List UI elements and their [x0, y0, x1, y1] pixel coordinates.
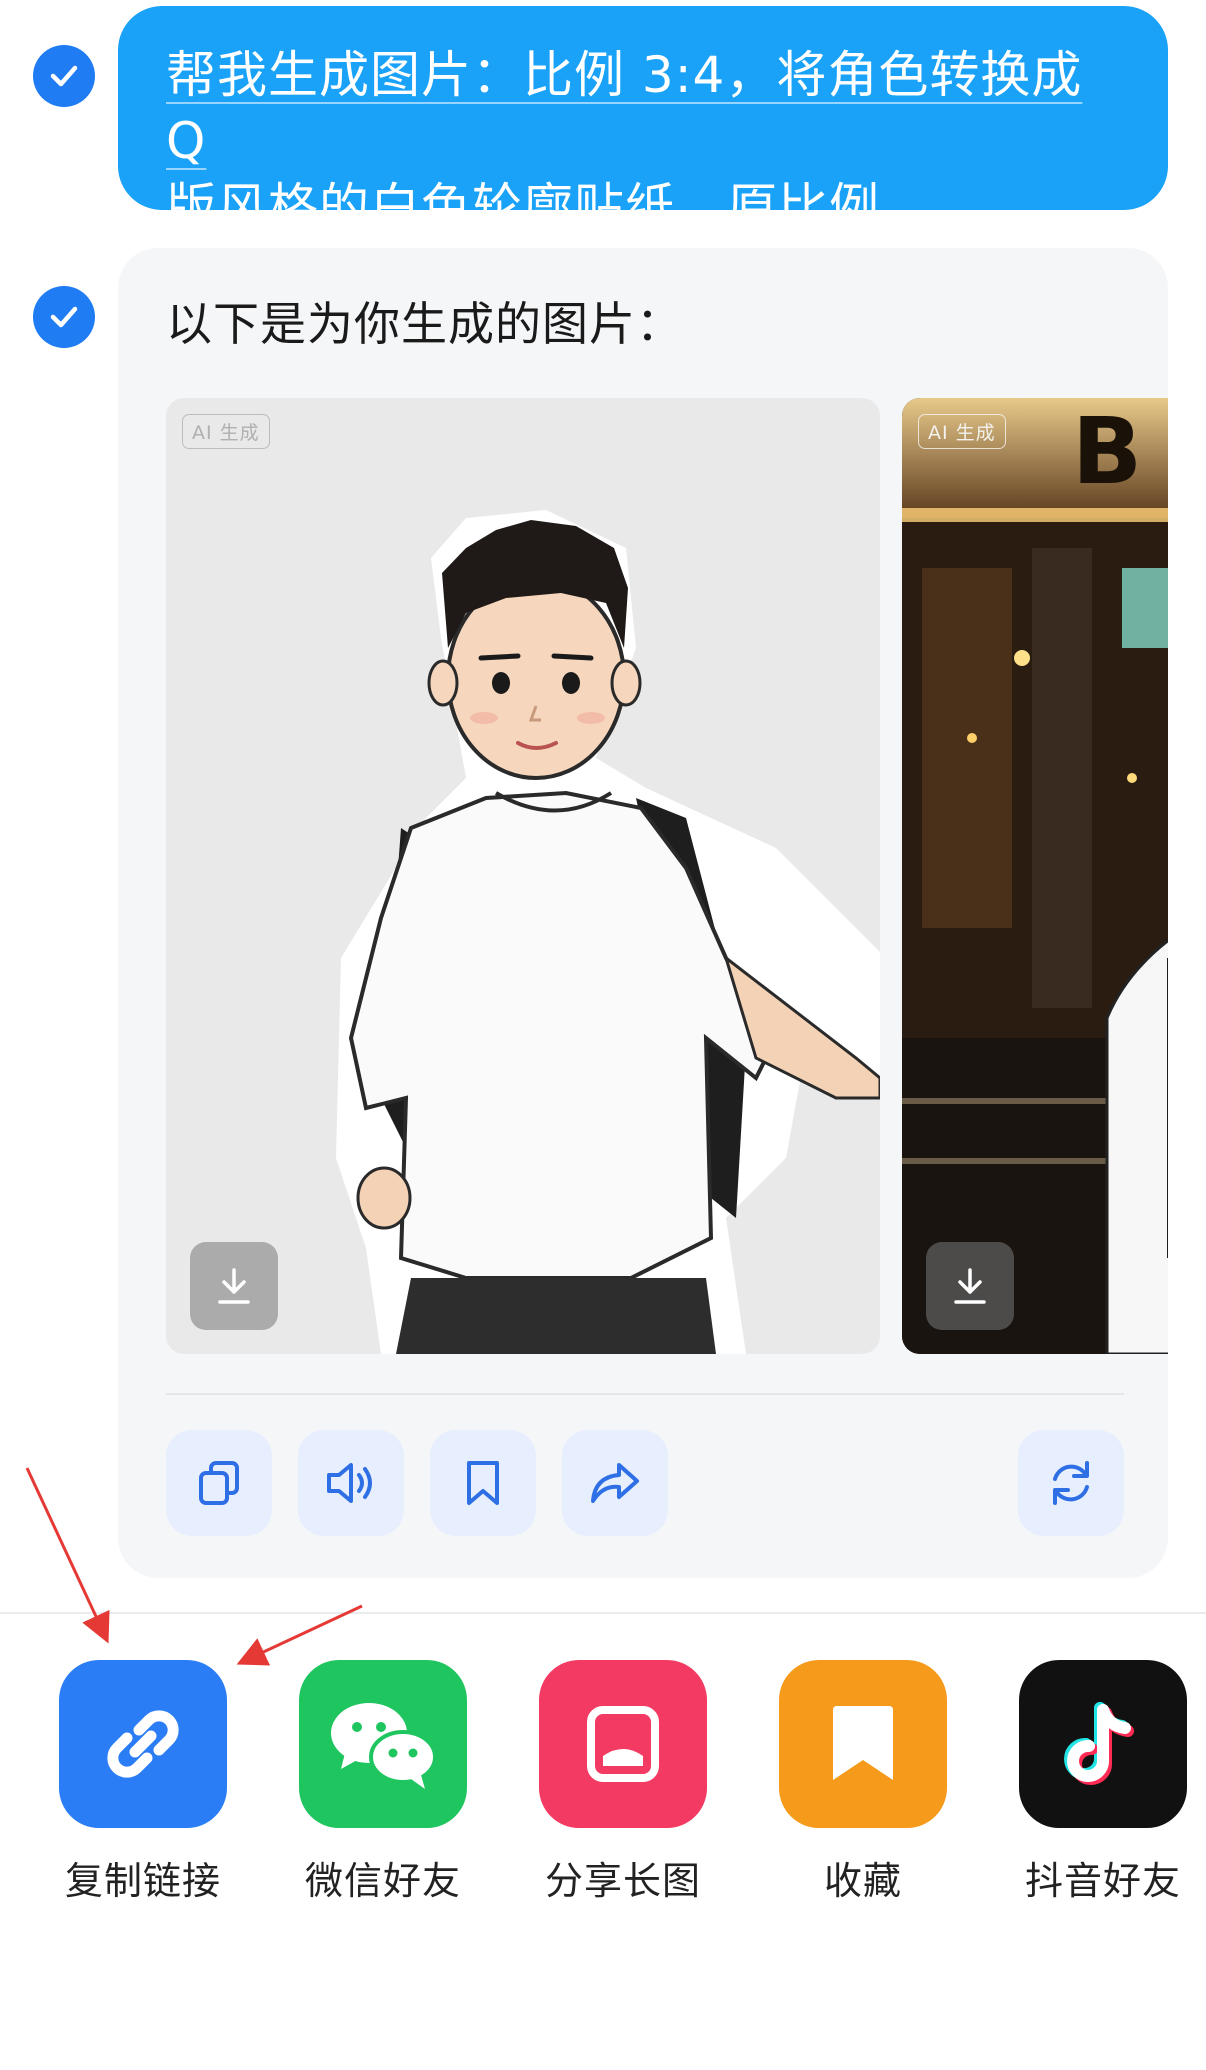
ai-response-card: 以下是为你生成的图片： AI 生成 B AI 生成 [118, 248, 1168, 1578]
night-scene-photo: B [902, 398, 1168, 1354]
share-wechat[interactable]: 微信好友 [263, 1660, 503, 1905]
share-label: 抖音好友 [1024, 1859, 1181, 1903]
user-message-line1: 帮我生成图片：比例 3:4，将角色转换成 Q [166, 46, 1083, 170]
svg-text:B: B [1072, 398, 1142, 505]
share-forward-icon [591, 1463, 639, 1503]
user-message-bubble[interactable]: 帮我生成图片：比例 3:4，将角色转换成 Q 版风格的白色轮廓贴纸。原比例。 [118, 6, 1168, 236]
download-icon [218, 1268, 250, 1304]
share-label: 收藏 [823, 1859, 902, 1903]
generated-image-1[interactable]: AI 生成 [166, 398, 880, 1354]
share-label: 微信好友 [304, 1859, 461, 1903]
generated-image-2[interactable]: B AI 生成 [902, 398, 1168, 1354]
copy-button[interactable] [166, 1430, 272, 1536]
action-divider [166, 1393, 1124, 1395]
douyin-icon [1019, 1660, 1187, 1828]
download-button[interactable] [190, 1242, 278, 1330]
share-douyin[interactable]: 抖音好友 [983, 1660, 1206, 1905]
ai-generated-tag: AI 生成 [918, 414, 1006, 449]
bookmark-outline-icon [467, 1461, 499, 1505]
share-label: 分享长图 [544, 1859, 701, 1903]
user-message-line2: 版风格的白色轮廓贴纸。原比例。 [166, 178, 931, 236]
read-aloud-button[interactable] [298, 1430, 404, 1536]
ai-generated-tag: AI 生成 [182, 414, 270, 449]
share-label: 复制链接 [64, 1859, 221, 1903]
response-select-checkbox[interactable] [33, 286, 95, 348]
bookmark-icon [779, 1660, 947, 1828]
sticker-illustration [336, 510, 880, 1354]
message-select-checkbox[interactable] [33, 45, 95, 107]
image-icon [539, 1660, 707, 1828]
checkmark-icon [50, 65, 78, 87]
share-favorite[interactable]: 收藏 [743, 1660, 983, 1905]
share-button[interactable] [562, 1430, 668, 1536]
user-message-text: 帮我生成图片：比例 3:4，将角色转换成 Q 版风格的白色轮廓贴纸。原比例。 [166, 42, 1120, 240]
bookmark-button[interactable] [430, 1430, 536, 1536]
share-long-image[interactable]: 分享长图 [503, 1660, 743, 1905]
link-icon [59, 1660, 227, 1828]
share-sheet-divider [0, 1612, 1206, 1614]
copy-icon [199, 1461, 239, 1505]
speaker-icon [327, 1463, 372, 1503]
download-button[interactable] [926, 1242, 1014, 1330]
regenerate-button[interactable] [1018, 1430, 1124, 1536]
download-icon [954, 1268, 986, 1304]
share-copy-link[interactable]: 复制链接 [23, 1660, 263, 1905]
wechat-icon [299, 1660, 467, 1828]
refresh-icon [1053, 1461, 1089, 1505]
checkmark-icon [50, 306, 78, 328]
ai-response-intro: 以下是为你生成的图片： [166, 297, 683, 351]
